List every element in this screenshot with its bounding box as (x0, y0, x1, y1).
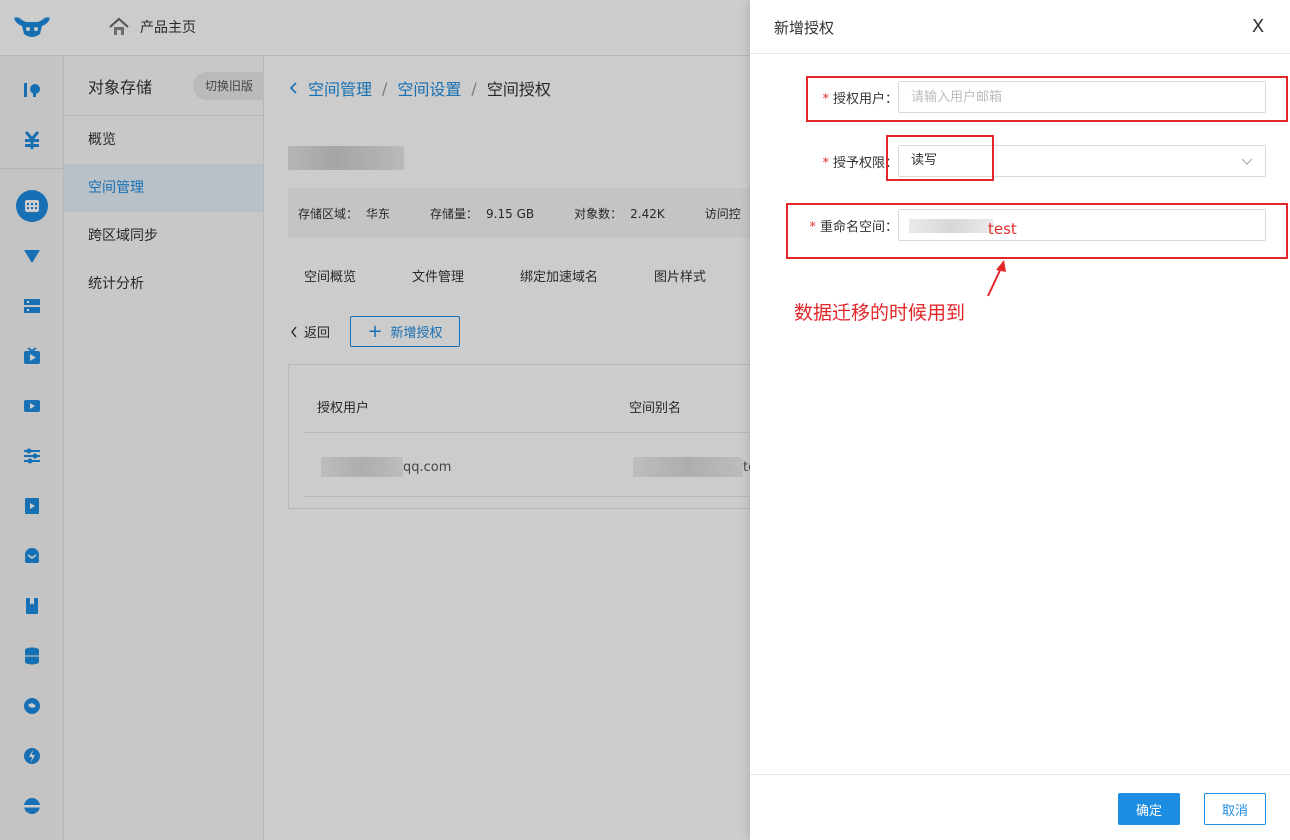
cancel-button[interactable]: 取消 (1204, 793, 1266, 825)
form-row-permission: * 授予权限： 读写 (750, 145, 1290, 177)
annotation-box-rename (786, 203, 1288, 259)
drawer-footer: 确定 取消 (750, 774, 1290, 840)
drawer-title: 新增授权 (774, 19, 835, 37)
annotation-arrow-icon (987, 260, 1006, 297)
annotation-note: 数据迁移的时候用到 (794, 302, 966, 324)
drawer-header: 新增授权 X (750, 0, 1290, 54)
chevron-down-icon (1241, 158, 1253, 165)
annotation-box-user (806, 76, 1288, 122)
close-icon[interactable]: X (1246, 14, 1270, 38)
annotation-box-permission (886, 135, 994, 181)
add-authorization-drawer: 新增授权 X *授权用户： *授予权限： 读写 *重命名空间： test 数据迁… (750, 0, 1290, 840)
modal-overlay[interactable] (0, 0, 750, 840)
confirm-button[interactable]: 确定 (1118, 793, 1180, 825)
